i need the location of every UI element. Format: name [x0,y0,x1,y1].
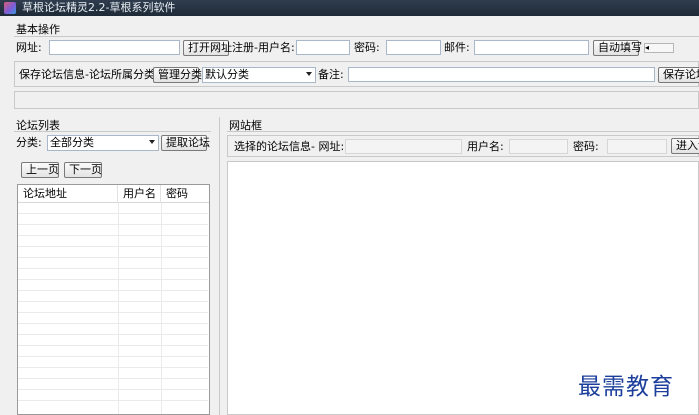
status-strip [14,91,699,109]
register-username-label: 注册-用户名: [232,41,295,54]
email-label: 邮件: [444,41,470,54]
list-row-empty[interactable] [18,236,208,247]
list-row-empty[interactable] [18,368,208,379]
password-label: 密码: [354,41,380,54]
list-row-empty[interactable] [18,313,208,324]
open-url-button[interactable]: 打开网址 [183,40,232,56]
email-input[interactable] [474,40,589,55]
column-header-password[interactable]: 密码 [161,185,209,203]
forum-list-table[interactable]: 论坛地址 用户名 密码 [17,184,210,415]
watermark-text: 最需教育 [578,374,674,400]
selected-url-field [345,139,462,154]
forum-list-divider [14,131,211,132]
chevron-down-icon [306,72,312,76]
manage-category-button[interactable]: 管理分类 [153,67,202,83]
note-input[interactable] [348,67,655,82]
prev-page-button[interactable]: 上一页 [21,162,59,178]
list-row-empty[interactable] [18,269,208,280]
selected-password-field [607,139,667,154]
window-title: 草根论坛精灵2.2-草根系列软件 [22,1,176,14]
list-row-empty[interactable] [18,291,208,302]
app-icon [4,2,16,14]
category-select-value: 默认分类 [205,68,249,81]
next-page-button[interactable]: 下一页 [64,162,102,178]
list-row-empty[interactable] [18,390,208,401]
chevron-down-icon [149,140,155,144]
list-row-empty[interactable] [18,225,208,236]
list-row-empty[interactable] [18,280,208,291]
password-input[interactable] [386,40,441,55]
panel-splitter[interactable] [219,117,220,415]
filter-category-select[interactable]: 全部分类 [47,135,159,151]
selected-password-label: 密码: [573,140,599,153]
scroll-left-arrow-icon[interactable]: ◂ [645,43,649,52]
selected-username-field [509,139,568,154]
filter-category-label: 分类: [16,136,42,149]
column-header-username[interactable]: 用户名 [118,185,161,203]
save-forum-label: 保存论坛信息-论坛所属分类: [19,68,159,81]
list-row-empty[interactable] [18,214,208,225]
filter-category-value: 全部分类 [50,136,94,149]
category-select[interactable]: 默认分类 [202,67,316,83]
list-row-empty[interactable] [18,324,208,335]
list-row-empty[interactable] [18,247,208,258]
list-row-empty[interactable] [18,258,208,269]
list-row-empty[interactable] [18,346,208,357]
forum-list-header: 论坛地址 用户名 密码 [18,185,209,203]
list-row-empty[interactable] [18,302,208,313]
save-forum-button[interactable]: 保存论坛 [658,67,699,83]
url-label: 网址: [16,41,42,54]
horizontal-scrollbar[interactable]: ◂ [644,43,674,53]
list-row-empty[interactable] [18,203,208,214]
column-header-forum-url[interactable]: 论坛地址 [18,185,118,203]
fetch-forum-button[interactable]: 提取论坛 [161,135,210,151]
list-row-empty[interactable] [18,379,208,390]
selected-info-label: 选择的论坛信息- 网址: [234,140,345,153]
enter-forum-button[interactable]: 进入论 [671,138,699,154]
basic-ops-divider [14,36,699,37]
list-row-empty[interactable] [18,357,208,368]
title-bar: 草根论坛精灵2.2-草根系列软件 [0,0,699,16]
note-label: 备注: [318,68,344,81]
url-input[interactable] [49,40,180,55]
list-row-empty[interactable] [18,335,208,346]
username-input[interactable] [296,40,350,55]
basic-ops-group-title: 基本操作 [16,23,60,36]
autofill-button[interactable]: 自动填写 [593,40,642,56]
web-frame-divider [227,131,699,132]
selected-username-label: 用户名: [467,140,504,153]
